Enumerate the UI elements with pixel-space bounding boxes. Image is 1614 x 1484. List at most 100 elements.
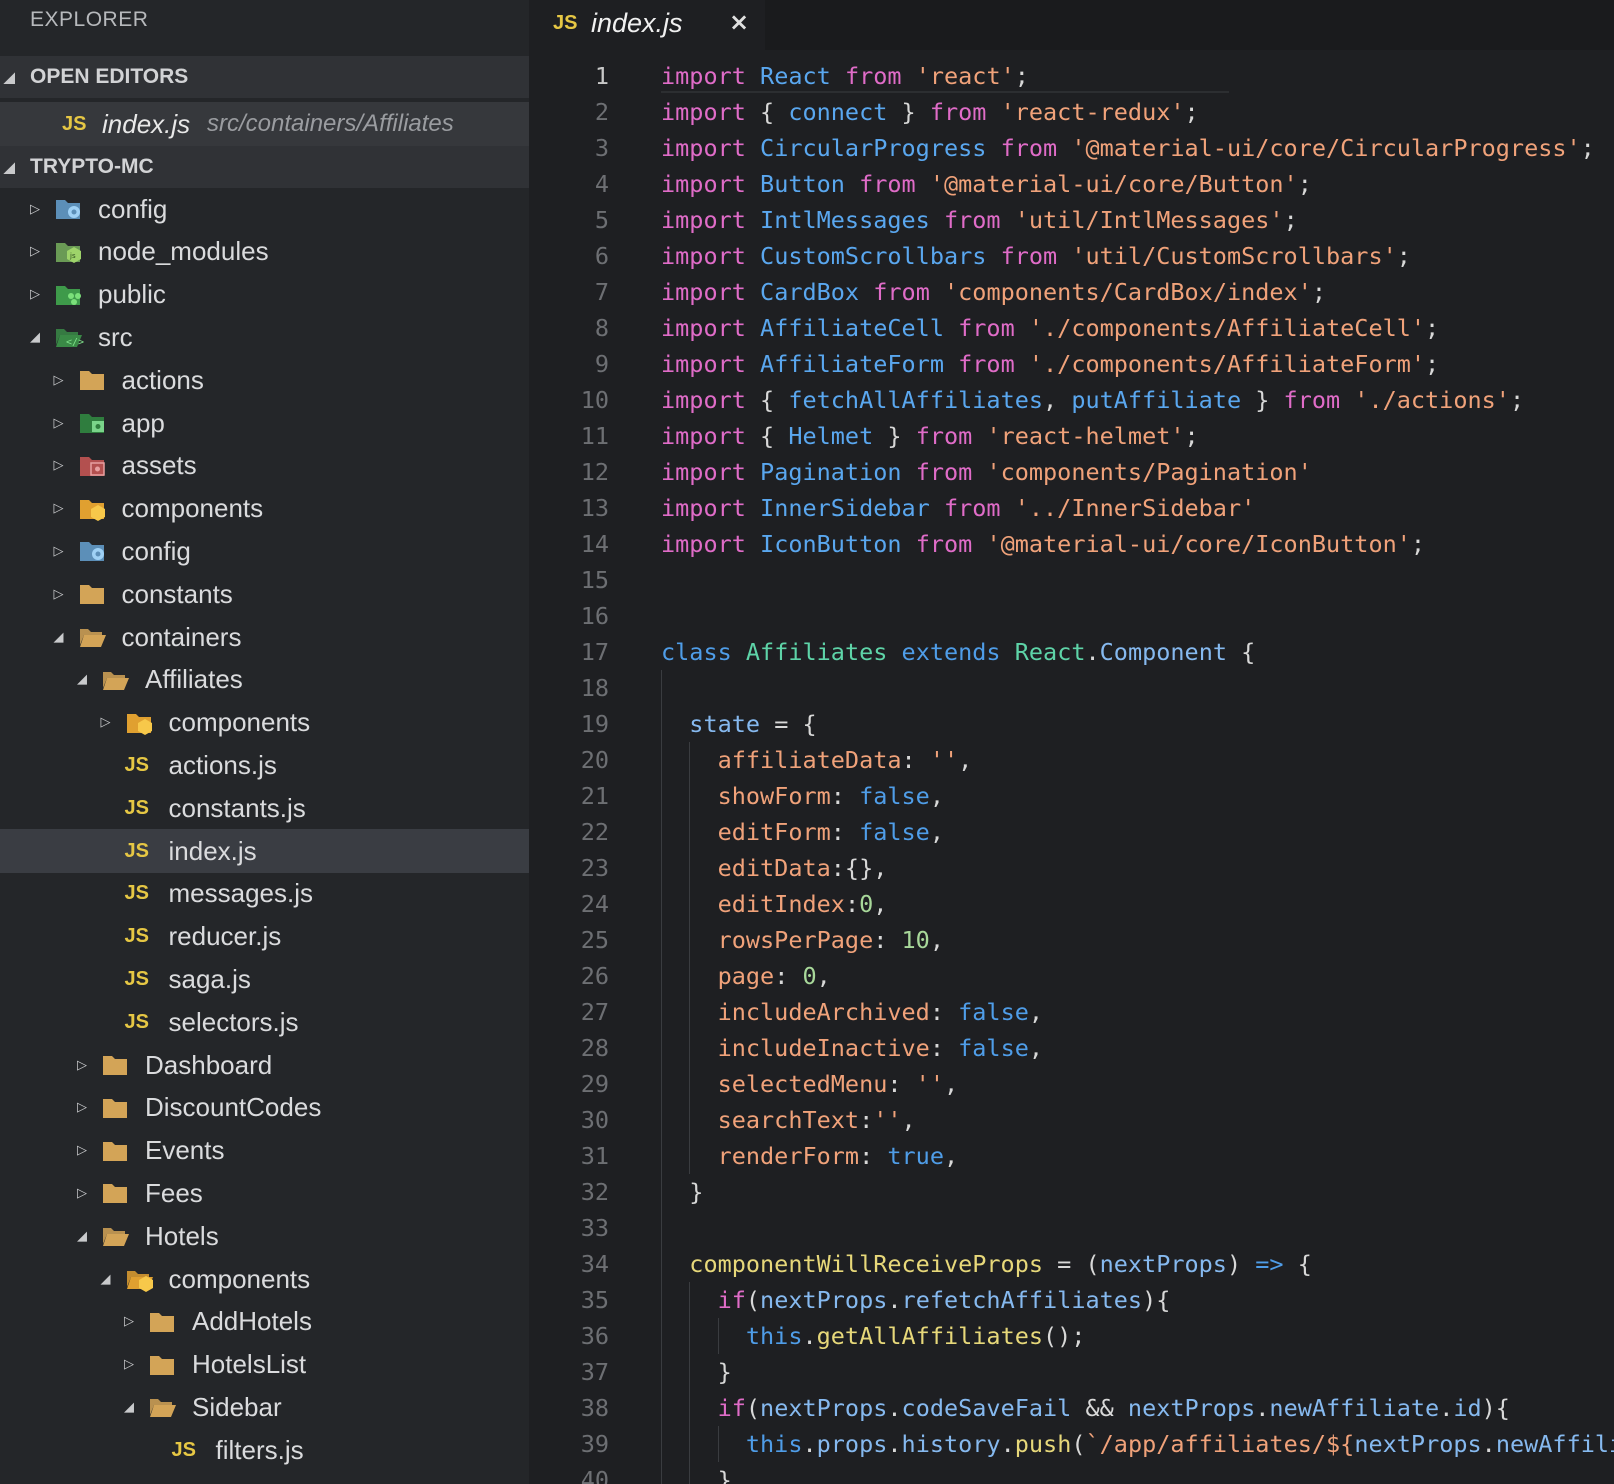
folder-item[interactable]: ▷ js node_modules — [0, 230, 529, 274]
code-line[interactable]: 37 } — [529, 1354, 1614, 1390]
folder-item[interactable]: ▷ config — [0, 187, 529, 231]
file-item[interactable]: JS constants.js — [0, 786, 529, 830]
folder-item[interactable]: ▷ components — [0, 701, 529, 745]
code-line[interactable]: 30 searchText:'', — [529, 1102, 1614, 1138]
folder-item[interactable]: ▷ public — [0, 273, 529, 317]
code-line[interactable]: 15 — [529, 562, 1614, 598]
code-line[interactable]: 16 — [529, 598, 1614, 634]
folder-item[interactable]: ▷ actions — [0, 358, 529, 402]
code-line[interactable]: 23 editData:{}, — [529, 850, 1614, 886]
folder-item[interactable]: ▷ config — [0, 529, 529, 573]
code-line[interactable]: 7 import CardBox from 'components/CardBox… — [529, 274, 1614, 310]
chevron-right-icon[interactable]: ▷ — [77, 1129, 87, 1173]
code-line[interactable]: 20 affiliateData: '', — [529, 742, 1614, 778]
chevron-right-icon[interactable]: ▷ — [54, 529, 64, 573]
folder-item[interactable]: ▷ constants — [0, 572, 529, 616]
file-item[interactable]: JS messages.js — [0, 872, 529, 916]
chevron-right-icon[interactable]: ▷ — [54, 401, 64, 445]
code-line[interactable]: 31 renderForm: true, — [529, 1138, 1614, 1174]
chevron-right-icon[interactable]: ▷ — [77, 1086, 87, 1130]
code-line[interactable]: 8 import AffiliateCell from './components… — [529, 310, 1614, 346]
code-line[interactable]: 13 import InnerSidebar from '../InnerSide… — [529, 490, 1614, 526]
open-editor-item[interactable]: JS index.js src/containers/Affiliates — [0, 102, 529, 146]
folder-item[interactable]: ◢ Affiliates — [0, 658, 529, 702]
file-item[interactable]: JS saga.js — [0, 957, 529, 1001]
folder-item[interactable]: ▷ Fees — [0, 1171, 529, 1215]
chevron-down-icon[interactable]: ◢ — [124, 1385, 134, 1429]
chevron-right-icon[interactable]: ▷ — [77, 1043, 87, 1087]
code-line[interactable]: 19 state = { — [529, 706, 1614, 742]
code-line[interactable]: 10 import { fetchAllAffiliates, putAffili… — [529, 382, 1614, 418]
code-line[interactable]: 25 rowsPerPage: 10, — [529, 922, 1614, 958]
code-line[interactable]: 33 — [529, 1210, 1614, 1246]
file-item[interactable]: JS reducer.js — [0, 915, 529, 959]
code-line[interactable]: 34 componentWillReceiveProps = (nextProp… — [529, 1246, 1614, 1282]
code-line[interactable]: 12 import Pagination from 'components/Pag… — [529, 454, 1614, 490]
chevron-down-icon[interactable]: ◢ — [101, 1257, 111, 1301]
file-item[interactable]: JS actions.js — [0, 743, 529, 787]
code-line[interactable]: 5 import IntlMessages from 'util/IntlMess… — [529, 202, 1614, 238]
folder-item[interactable]: ▷ assets — [0, 444, 529, 488]
folder-item[interactable]: ▷ DiscountCodes — [0, 1086, 529, 1130]
code-line[interactable]: 29 selectedMenu: '', — [529, 1066, 1614, 1102]
chevron-right-icon[interactable]: ▷ — [124, 1343, 134, 1387]
chevron-right-icon[interactable]: ▷ — [54, 444, 64, 488]
code-line[interactable]: 35 if(nextProps.refetchAffiliates){ — [529, 1282, 1614, 1318]
chevron-down-icon[interactable]: ◢ — [30, 315, 40, 359]
code-line[interactable]: 36 this.getAllAffiliates(); — [529, 1318, 1614, 1354]
project-header[interactable]: ◢ TRYPTO-MC — [0, 146, 529, 188]
code-line[interactable]: 21 showForm: false, — [529, 778, 1614, 814]
folder-item[interactable]: ▷ Events — [0, 1129, 529, 1173]
chevron-right-icon[interactable]: ▷ — [54, 572, 64, 616]
code-line[interactable]: 14 import IconButton from '@material-ui/c… — [529, 526, 1614, 562]
chevron-right-icon[interactable]: ▷ — [54, 487, 64, 531]
chevron-right-icon[interactable]: ▷ — [124, 1300, 134, 1344]
folder-item[interactable]: ▷ AddHotels — [0, 1300, 529, 1344]
chevron-right-icon[interactable]: ▷ — [54, 358, 64, 402]
code-line[interactable]: 40 } — [529, 1462, 1614, 1484]
chevron-right-icon[interactable]: ▷ — [30, 273, 40, 317]
chevron-down-icon[interactable]: ◢ — [77, 1214, 87, 1258]
folder-item[interactable]: ◢ Sidebar — [0, 1385, 529, 1429]
chevron-down-icon[interactable]: ◢ — [54, 615, 64, 659]
chevron-right-icon[interactable]: ▷ — [30, 187, 40, 231]
chevron-right-icon[interactable]: ▷ — [30, 230, 40, 274]
file-item[interactable]: JS filters.js — [0, 1428, 529, 1472]
code-line[interactable]: 1 import React from 'react'; — [529, 58, 1614, 94]
code-line[interactable]: 26 page: 0, — [529, 958, 1614, 994]
code-line[interactable]: 2 import { connect } from 'react-redux'; — [529, 94, 1614, 130]
code-line[interactable]: 24 editIndex:0, — [529, 886, 1614, 922]
code-editor[interactable]: JS index.js × 1 import React from 'react'… — [529, 0, 1614, 1484]
folder-item[interactable]: ◢ Hotels — [0, 1214, 529, 1258]
code-line[interactable]: 9 import AffiliateForm from './components… — [529, 346, 1614, 382]
folder-item[interactable]: ▷ components — [0, 487, 529, 531]
code-line[interactable]: 17 class Affiliates extends React.Compone… — [529, 634, 1614, 670]
folder-item[interactable]: ◢ containers — [0, 615, 529, 659]
open-editors-header[interactable]: ◢ OPEN EDITORS — [0, 56, 529, 98]
code-line[interactable]: 38 if(nextProps.codeSaveFail && nextProp… — [529, 1390, 1614, 1426]
close-icon[interactable]: × — [729, 8, 749, 36]
tab-index-js[interactable]: JS index.js × — [529, 0, 765, 50]
chevron-right-icon[interactable]: ▷ — [101, 701, 111, 745]
code-line[interactable]: 6 import CustomScrollbars from 'util/Cust… — [529, 238, 1614, 274]
code-line[interactable]: 39 this.props.history.push(`/app/affilia… — [529, 1426, 1614, 1462]
folder-item[interactable]: ▷ Dashboard — [0, 1043, 529, 1087]
code-area[interactable]: 1 import React from 'react'; 2 import { con… — [529, 58, 1614, 1484]
folder-item[interactable]: ◢ </> src — [0, 315, 529, 359]
code-line[interactable]: 28 includeInactive: false, — [529, 1030, 1614, 1066]
code-line[interactable]: 4 import Button from '@material-ui/core/B… — [529, 166, 1614, 202]
code-line[interactable]: 32 } — [529, 1174, 1614, 1210]
folder-item[interactable]: ◢ components — [0, 1257, 529, 1301]
code-line[interactable]: 27 includeArchived: false, — [529, 994, 1614, 1030]
code-line[interactable]: 3 import CircularProgress from '@material… — [529, 130, 1614, 166]
folder-item[interactable]: ▷ app — [0, 401, 529, 445]
line-number: 39 — [580, 1430, 609, 1458]
file-item[interactable]: JS index.js — [0, 829, 529, 873]
file-item[interactable]: JS selectors.js — [0, 1000, 529, 1044]
code-line[interactable]: 22 editForm: false, — [529, 814, 1614, 850]
code-line[interactable]: 18 — [529, 670, 1614, 706]
folder-item[interactable]: ▷ HotelsList — [0, 1343, 529, 1387]
code-line[interactable]: 11 import { Helmet } from 'react-helmet'; — [529, 418, 1614, 454]
chevron-right-icon[interactable]: ▷ — [77, 1171, 87, 1215]
chevron-down-icon[interactable]: ◢ — [77, 658, 87, 702]
